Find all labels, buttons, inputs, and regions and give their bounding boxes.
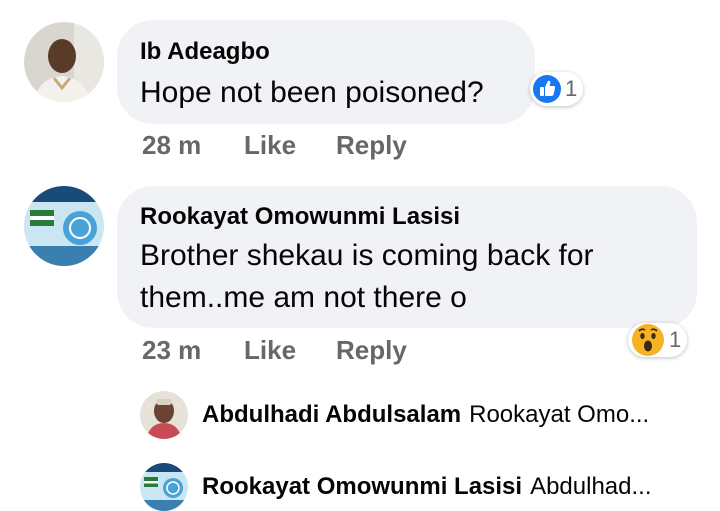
reply-author[interactable]: Abdulhadi Abdulsalam xyxy=(202,401,461,429)
comment-author[interactable]: Ib Adeagbo xyxy=(140,38,270,66)
reaction-count: 1 xyxy=(669,327,682,352)
comment-author[interactable]: Rookayat Omowunmi Lasisi xyxy=(140,203,460,231)
reaction-badge[interactable]: 1 xyxy=(530,72,584,106)
avatar[interactable] xyxy=(24,186,104,266)
reply-item[interactable]: Abdulhadi Abdulsalam Rookayat Omo... xyxy=(140,390,649,440)
avatar[interactable] xyxy=(140,463,188,511)
comment-text: them..me am not there o xyxy=(140,281,467,314)
avatar[interactable] xyxy=(140,391,188,439)
like-button[interactable]: Like xyxy=(244,130,296,161)
comment-timestamp[interactable]: 28 m xyxy=(142,130,201,161)
reply-author[interactable]: Rookayat Omowunmi Lasisi xyxy=(202,473,522,501)
avatar[interactable] xyxy=(24,22,104,102)
like-button[interactable]: Like xyxy=(244,335,296,366)
reply-button[interactable]: Reply xyxy=(336,335,407,366)
wow-icon xyxy=(632,324,664,356)
comment-text: Hope not been poisoned? xyxy=(140,76,484,109)
comment-text: Brother shekau is coming back for xyxy=(140,239,594,272)
reply-button[interactable]: Reply xyxy=(336,130,407,161)
reply-snippet: Abdulhad... xyxy=(530,473,652,500)
reply-snippet: Rookayat Omo... xyxy=(469,401,650,428)
reaction-badge[interactable]: 1 xyxy=(628,323,688,357)
reaction-count: 1 xyxy=(565,76,578,101)
reply-item[interactable]: Rookayat Omowunmi Lasisi Abdulhad... xyxy=(140,462,652,511)
like-icon xyxy=(533,75,561,103)
comment-timestamp[interactable]: 23 m xyxy=(142,335,201,366)
